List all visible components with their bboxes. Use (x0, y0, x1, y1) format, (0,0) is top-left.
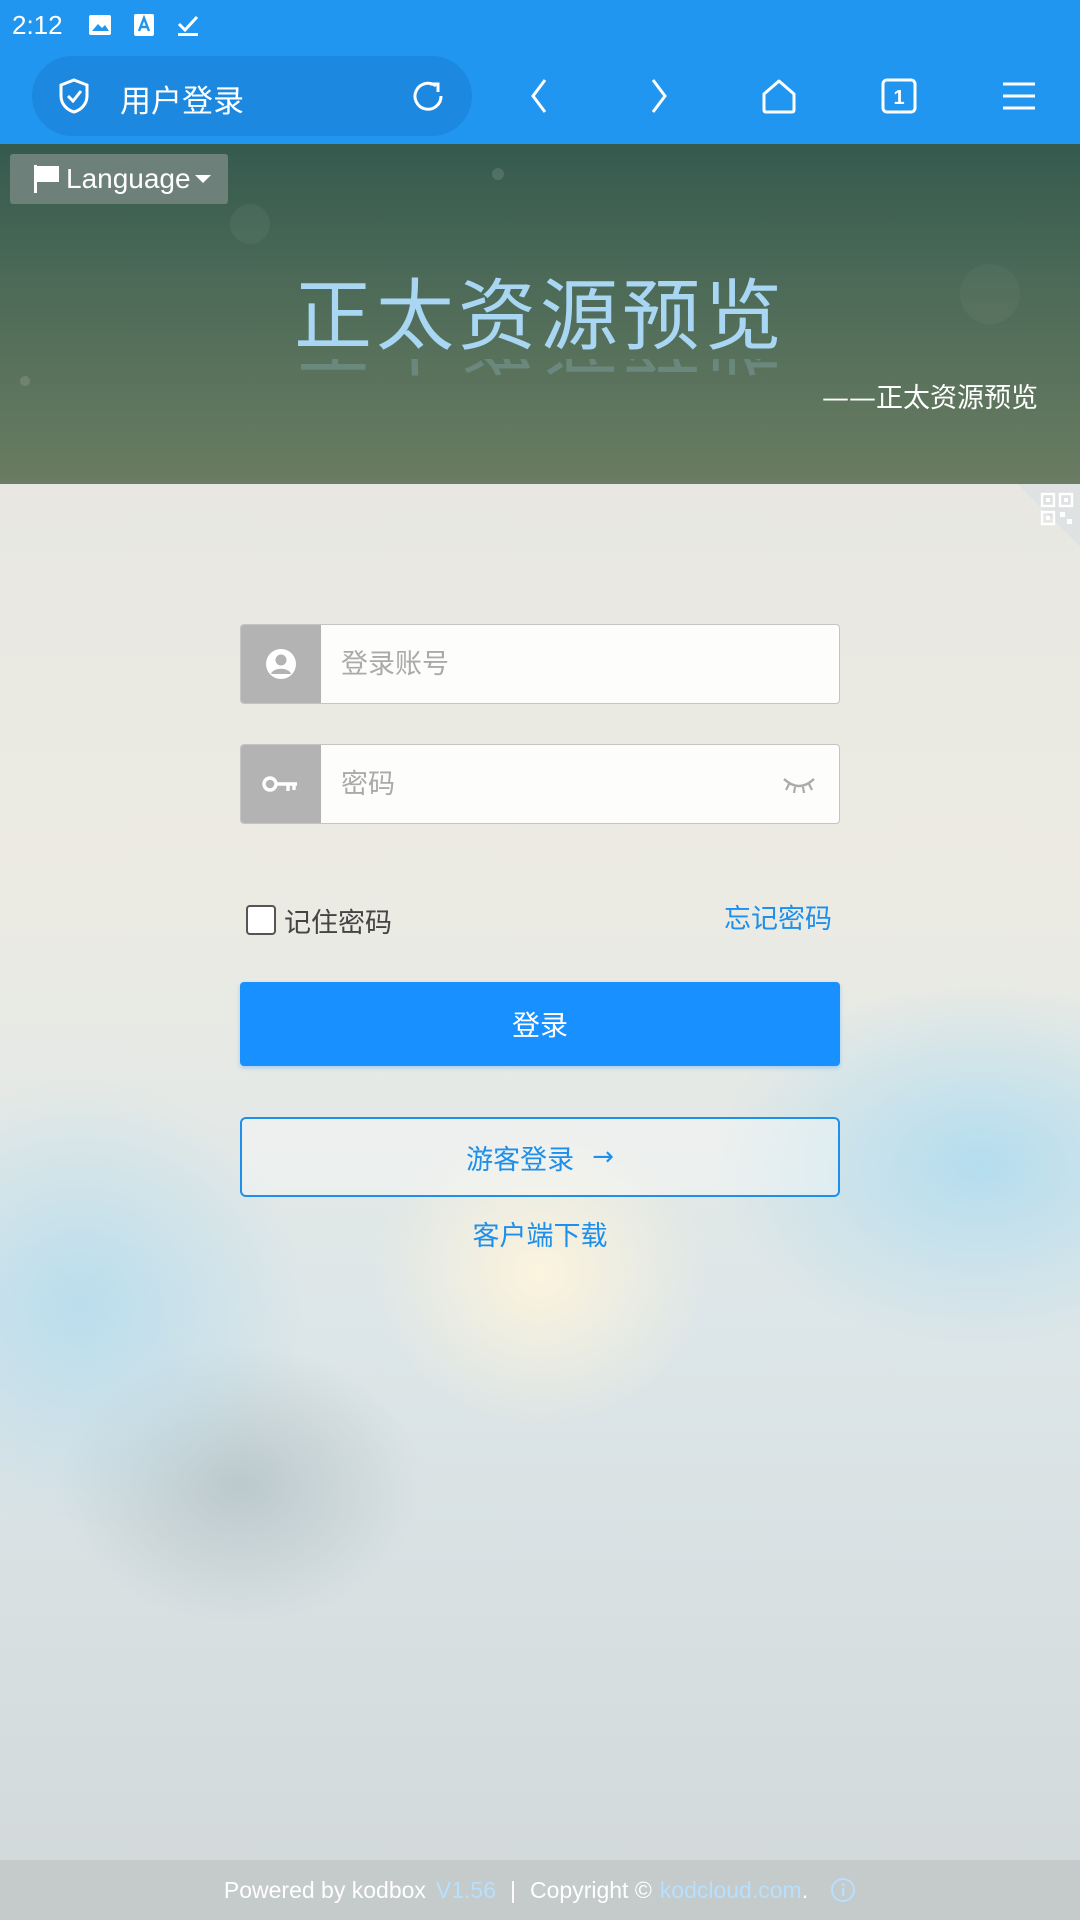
guest-login-label: 游客登录 (466, 1144, 575, 1176)
status-time: 2:12 (12, 9, 63, 40)
copyright-text: Copyright © (530, 1876, 652, 1903)
menu-icon[interactable] (996, 73, 1042, 119)
login-button[interactable]: 登录 (240, 982, 840, 1066)
browser-toolbar: 用户登录 1 (0, 50, 1080, 144)
flag-icon (34, 165, 59, 193)
forward-icon[interactable] (636, 73, 682, 119)
guest-login-button[interactable]: 游客登录 → (240, 1117, 840, 1197)
page-title: 用户登录 (120, 84, 244, 120)
reload-icon[interactable] (408, 76, 448, 116)
kodcloud-link[interactable]: kodcloud.com (660, 1877, 802, 1904)
address-bar[interactable]: 用户登录 (32, 56, 472, 136)
footer-period: . (801, 1876, 809, 1903)
username-input[interactable] (321, 625, 839, 703)
qrcode-corner[interactable] (1018, 484, 1080, 546)
footer: Powered by kodbox V1.56 | Copyright © ko… (0, 1860, 1080, 1920)
arrow-right-icon: → (592, 1142, 614, 1172)
version-link[interactable]: V1.56 (436, 1877, 496, 1904)
qrcode-icon (1040, 492, 1074, 526)
eye-closed-icon[interactable] (781, 771, 817, 797)
client-download-link: 客户端下载 (0, 1214, 1080, 1253)
client-download-label[interactable]: 客户端下载 (473, 1221, 608, 1252)
remember-password[interactable]: 记住密码 (246, 902, 392, 939)
site-subtitle: ——正太资源预览 (822, 383, 1038, 414)
username-field (240, 624, 840, 704)
forgot-password-link[interactable]: 忘记密码 (724, 902, 832, 938)
password-input[interactable] (321, 745, 839, 823)
info-icon[interactable] (830, 1877, 856, 1903)
image-icon (87, 12, 113, 38)
site-title: 正太资源预览 (293, 272, 786, 362)
shield-icon[interactable] (54, 76, 94, 116)
font-icon (131, 12, 157, 38)
status-bar: 2:12 (0, 0, 1080, 50)
back-icon[interactable] (516, 73, 562, 119)
footer-separator: | (510, 1876, 516, 1903)
home-icon[interactable] (756, 73, 802, 119)
user-icon (241, 625, 321, 703)
tab-count: 1 (893, 87, 904, 109)
header-banner: Language 正太资源预览 正太资源预览 ——正太资源预览 (0, 144, 1080, 484)
checkmark-icon (175, 12, 201, 38)
chevron-down-icon (194, 175, 211, 183)
tabs-icon[interactable]: 1 (876, 73, 922, 119)
powered-by-text: Powered by kodbox (223, 1876, 426, 1903)
password-field (240, 744, 840, 824)
language-label: Language (66, 163, 191, 194)
key-icon (241, 745, 321, 823)
language-button[interactable]: Language (10, 154, 228, 204)
remember-label: 记住密码 (284, 907, 392, 939)
remember-checkbox[interactable] (246, 905, 276, 935)
